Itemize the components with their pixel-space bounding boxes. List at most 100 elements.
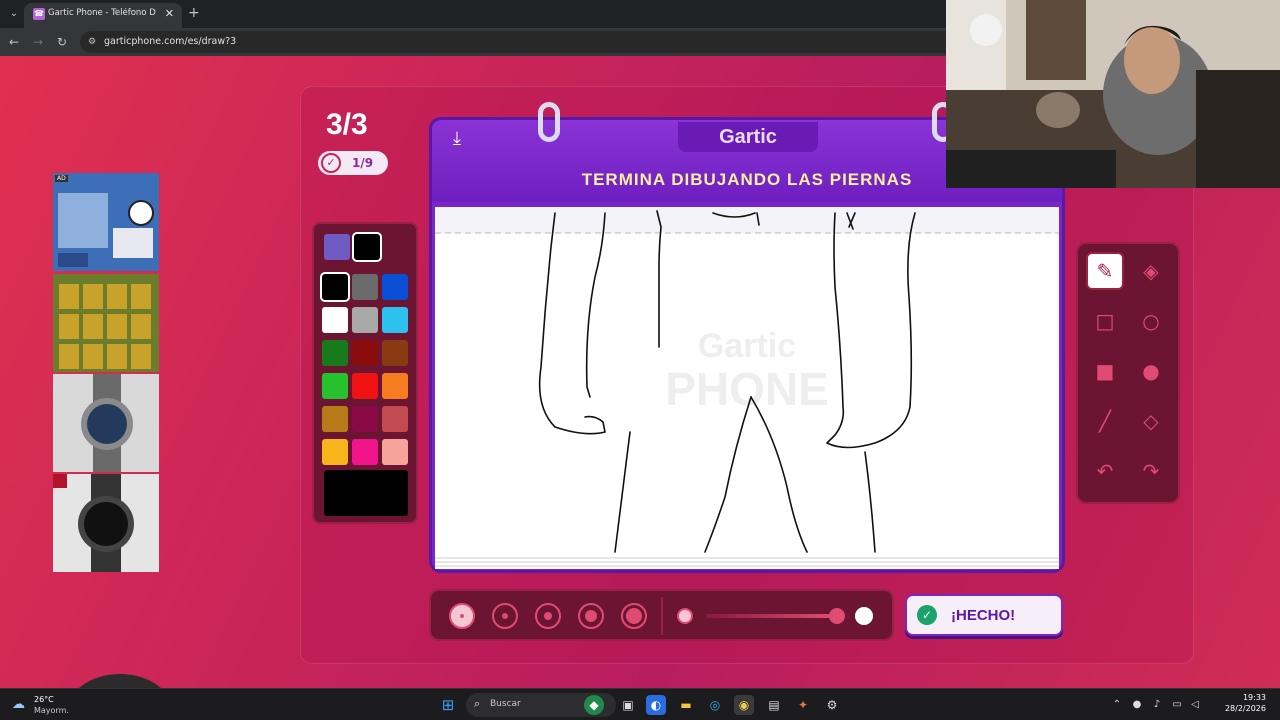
browser-tab[interactable]: ☎ Gartic Phone - Teléfono Descon ✕ xyxy=(24,3,182,28)
color-swatch[interactable] xyxy=(382,373,408,399)
reload-icon[interactable]: ↻ xyxy=(54,34,70,50)
color-swatch[interactable] xyxy=(382,307,408,333)
back-icon[interactable]: ← xyxy=(6,34,22,50)
line-icon[interactable]: ╱ xyxy=(1086,402,1124,440)
brush-size-2[interactable] xyxy=(492,603,518,629)
weather-desc: Mayorm. xyxy=(34,706,69,715)
brush-size-4[interactable] xyxy=(578,603,604,629)
ad-watch-black-image xyxy=(53,474,159,572)
gartic-favicon-icon: ☎ xyxy=(33,8,45,20)
download-icon[interactable]: ⤓ xyxy=(446,128,468,150)
color-palette xyxy=(312,222,418,524)
redo-icon[interactable]: ↷ xyxy=(1132,452,1170,490)
color-swatch[interactable] xyxy=(352,406,378,432)
brush-size-5[interactable] xyxy=(621,603,647,629)
ad-watch-black[interactable] xyxy=(53,474,159,572)
webcam-overlay xyxy=(946,0,1280,188)
color-swatch[interactable] xyxy=(352,373,378,399)
check-icon: ✓ xyxy=(917,605,937,625)
network-icon[interactable]: ▭ xyxy=(1170,698,1184,712)
round-counter: 3/3 xyxy=(326,108,368,141)
color-swatch[interactable] xyxy=(382,340,408,366)
site-info-icon[interactable]: ⚙ xyxy=(88,36,100,48)
chevron-up-icon[interactable]: ⌃ xyxy=(1110,698,1124,712)
color-swatch[interactable] xyxy=(382,439,408,465)
copilot-icon[interactable]: ◆ xyxy=(584,695,604,715)
color-swatch[interactable] xyxy=(352,274,378,300)
volume-icon[interactable]: ◁ xyxy=(1188,698,1202,712)
url-field[interactable]: ⚙ garticphone.com/es/draw?3 xyxy=(80,31,960,53)
notebook-edge xyxy=(435,557,1059,569)
clock[interactable]: 19:33 28/2/2026 xyxy=(1225,693,1266,713)
opacity-slider-handle[interactable] xyxy=(829,608,845,624)
divider xyxy=(661,597,663,635)
opacity-min-icon xyxy=(677,608,693,624)
clock-time: 19:33 xyxy=(1242,693,1266,702)
opacity-max-icon xyxy=(855,607,873,625)
ad-watch-blue[interactable] xyxy=(53,374,159,472)
ad-slot-game[interactable] xyxy=(53,274,159,372)
task-view-icon[interactable]: ▣ xyxy=(618,695,638,715)
circle-outline-icon[interactable]: ○ xyxy=(1132,302,1170,340)
drawing-strokes: Gartic PHONE xyxy=(435,207,1059,553)
ad-projector[interactable]: AD xyxy=(53,173,159,271)
ad-watch-blue-image xyxy=(53,374,159,472)
weather-widget[interactable]: ☁ 26°C Mayorm. xyxy=(10,693,70,717)
color-swatch[interactable] xyxy=(352,307,378,333)
file-explorer-icon[interactable]: ▬ xyxy=(676,695,696,715)
circle-filled-icon[interactable]: ● xyxy=(1132,352,1170,390)
game-app-icon[interactable]: ✦ xyxy=(793,695,813,715)
color-swatch[interactable] xyxy=(352,232,382,262)
color-swatch[interactable] xyxy=(352,439,378,465)
brush-size-1[interactable] xyxy=(449,603,475,629)
app-icon[interactable]: ◐ xyxy=(646,695,666,715)
settings-icon[interactable]: ⚙ xyxy=(822,695,842,715)
fill-bucket-icon[interactable]: ◇ xyxy=(1132,402,1170,440)
windows-start-icon[interactable]: ⊞ xyxy=(438,695,458,715)
ad-badge: AD xyxy=(55,175,68,182)
tab-close-icon[interactable]: ✕ xyxy=(165,7,174,20)
webcam-image xyxy=(946,0,1280,188)
drawing-canvas[interactable]: Gartic PHONE xyxy=(435,207,1059,557)
windows-taskbar: ☁ 26°C Mayorm. ⊞ ⌕ Buscar ◆ ▣ ◐ ▬ ◎ ◉ ▤ … xyxy=(0,688,1280,720)
edge-icon[interactable]: ◎ xyxy=(705,695,725,715)
current-color-preview xyxy=(324,470,408,516)
streamer-emote-image xyxy=(78,674,162,688)
opacity-slider[interactable] xyxy=(706,614,836,618)
new-tab-button[interactable]: + xyxy=(188,5,200,21)
players-done-pill: ✓ 1/9 xyxy=(318,151,388,175)
gartic-logo: Gartic xyxy=(719,126,777,148)
color-swatch[interactable] xyxy=(352,340,378,366)
search-icon: ⌕ xyxy=(474,697,481,710)
done-label: ¡HECHO! xyxy=(951,607,1016,624)
chrome-icon[interactable]: ◉ xyxy=(734,695,754,715)
color-swatch[interactable] xyxy=(382,406,408,432)
weather-icon: ☁ xyxy=(12,697,25,712)
color-swatch[interactable] xyxy=(322,406,348,432)
microphone-icon[interactable]: ♪ xyxy=(1150,698,1164,712)
search-placeholder: Buscar xyxy=(490,699,521,709)
color-swatch[interactable] xyxy=(320,272,350,302)
eraser-icon[interactable]: ◈ xyxy=(1132,252,1170,290)
tray-app-icon[interactable]: ● xyxy=(1130,698,1144,712)
pencil-icon[interactable]: ✎ xyxy=(1086,252,1124,290)
logo-plate: Gartic xyxy=(678,122,818,152)
color-swatch[interactable] xyxy=(322,340,348,366)
color-swatch[interactable] xyxy=(322,439,348,465)
clock-date: 28/2/2026 xyxy=(1224,704,1266,713)
store-icon[interactable]: ▤ xyxy=(764,695,784,715)
check-icon: ✓ xyxy=(321,153,341,173)
tab-search-icon[interactable]: ⌄ xyxy=(6,6,22,22)
forward-icon[interactable]: → xyxy=(30,34,46,50)
done-button[interactable]: ✓ ¡HECHO! xyxy=(905,594,1063,636)
undo-icon[interactable]: ↶ xyxy=(1086,452,1124,490)
square-outline-icon[interactable]: □ xyxy=(1086,302,1124,340)
brush-bar xyxy=(429,589,894,641)
brush-size-3[interactable] xyxy=(535,603,561,629)
color-swatch[interactable] xyxy=(322,307,348,333)
color-swatch[interactable] xyxy=(324,234,350,260)
tab-title: Gartic Phone - Teléfono Descon xyxy=(48,8,156,18)
color-swatch[interactable] xyxy=(322,373,348,399)
color-swatch[interactable] xyxy=(382,274,408,300)
square-filled-icon[interactable]: ■ xyxy=(1086,352,1124,390)
